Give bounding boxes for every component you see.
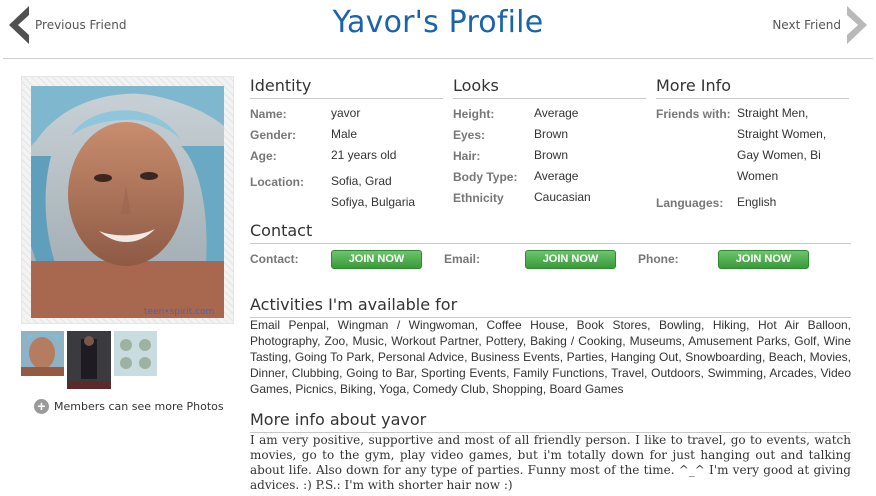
friends-with-label: Friends with: (656, 107, 731, 121)
about-heading: More info about yavor (250, 410, 851, 433)
body-type-value: Average (534, 169, 579, 183)
activities-heading: Activities I'm available for (250, 295, 851, 318)
hair-label: Hair: (453, 149, 481, 163)
friends-with-line-1: Straight Men, (737, 106, 809, 120)
email-label: Email: (444, 252, 481, 266)
contact-label: Contact: (250, 252, 299, 266)
location-line-2: Sofiya, Bulgaria (331, 195, 416, 209)
thumbnail-2[interactable] (67, 331, 111, 389)
about-text: I am very positive, supportive and most … (250, 433, 851, 492)
activities-list: Email Penpal, Wingman / Wingwoman, Coffe… (250, 318, 851, 396)
body-type-label: Body Type: (453, 170, 518, 184)
profile-header: Previous Friend Yavor's Profile Next Fri… (0, 0, 876, 58)
photo-thumbnails (21, 331, 157, 389)
next-friend-link[interactable]: Next Friend (772, 5, 873, 45)
languages-value: English (737, 195, 777, 209)
ethnicity-label: Ethnicity (453, 191, 504, 205)
age-value: 21 years old (331, 148, 397, 162)
main-photo[interactable]: teen•spirit.com (31, 86, 224, 318)
gender-value: Male (331, 127, 358, 141)
name-value: yavor (331, 106, 361, 120)
page-title: Yavor's Profile (332, 5, 544, 40)
eyes-label: Eyes: (453, 128, 486, 142)
name-label: Name: (250, 107, 287, 121)
main-photo-frame: teen•spirit.com (21, 76, 234, 324)
friends-with-line-2: Straight Women, (737, 127, 827, 141)
header-divider (3, 58, 873, 59)
phone-label: Phone: (638, 252, 679, 266)
looks-heading: Looks (453, 76, 646, 99)
svg-text:teen•spirit.com: teen•spirit.com (144, 307, 214, 317)
contact-join-button[interactable]: JOIN NOW (331, 250, 422, 269)
plus-circle-icon: + (34, 399, 49, 414)
friends-with-line-3: Gay Women, Bi (737, 148, 821, 162)
more-photos-link[interactable]: + Members can see more Photos (34, 399, 224, 414)
eyes-value: Brown (534, 127, 569, 141)
more-info-heading: More Info (656, 76, 849, 99)
thumbnail-3[interactable] (114, 331, 157, 376)
thumbnail-1[interactable] (21, 331, 64, 376)
friends-with-line-4: Women (737, 169, 779, 183)
more-photos-label: Members can see more Photos (54, 400, 224, 413)
chevron-right-icon (847, 6, 867, 44)
hair-value: Brown (534, 148, 569, 162)
ethnicity-value: Caucasian (534, 190, 591, 204)
height-label: Height: (453, 107, 495, 121)
height-value: Average (534, 106, 579, 120)
location-label: Location: (250, 175, 304, 189)
gender-label: Gender: (250, 128, 297, 142)
languages-label: Languages: (656, 196, 724, 210)
phone-join-button[interactable]: JOIN NOW (718, 250, 809, 269)
age-label: Age: (250, 149, 277, 163)
next-friend-label: Next Friend (772, 18, 841, 32)
contact-heading: Contact (250, 221, 851, 244)
email-join-button[interactable]: JOIN NOW (525, 250, 616, 269)
identity-heading: Identity (250, 76, 443, 99)
location-line-1: Sofia, Grad (331, 174, 392, 188)
